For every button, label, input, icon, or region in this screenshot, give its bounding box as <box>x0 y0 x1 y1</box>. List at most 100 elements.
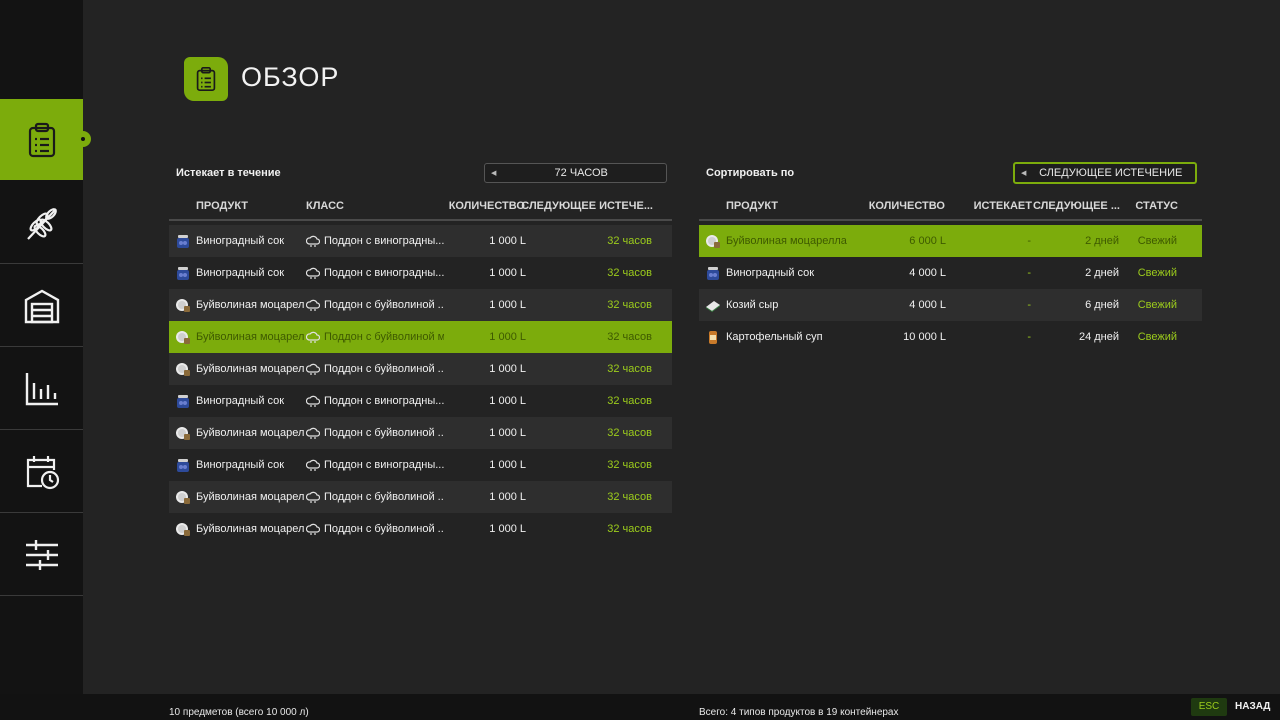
right-summary: Всего: 4 типов продуктов в 19 контейнера… <box>699 707 899 718</box>
sidebar-item-statistics[interactable] <box>0 348 83 430</box>
left-summary: 10 предметов (всего 10 000 л) <box>169 707 309 718</box>
column-header-status[interactable]: СТАТУС <box>1135 200 1178 212</box>
table-row[interactable]: Буйволиная моцарелла Поддон с буйволиной … <box>169 321 672 353</box>
next-expiry: 2 дней <box>1085 267 1119 279</box>
esc-key-hint[interactable]: ESC <box>1191 698 1227 716</box>
products-table: ПРОДУКТ КОЛИЧЕСТВО ИСТЕКАЕТ СЛЕДУЮЩЕЕ ..… <box>699 195 1202 353</box>
product-class: Поддон с виноградны... <box>324 235 444 247</box>
clipboard-icon <box>28 122 55 157</box>
calendar-clock-icon <box>26 455 59 489</box>
warehouse-icon <box>24 289 59 323</box>
column-header-product[interactable]: ПРОДУКТ <box>726 200 778 212</box>
next-expiry: 32 часов <box>607 363 652 375</box>
product-class: Поддон с буйволиной мо <box>324 331 444 343</box>
product-class: Поддон с виноградны... <box>324 267 444 279</box>
product-class: Поддон с буйволиной ... <box>324 299 444 311</box>
product-name: Козий сыр <box>726 299 779 311</box>
mozzarella-icon <box>175 329 191 345</box>
quantity: 1 000 L <box>489 459 526 471</box>
column-header-expires[interactable]: ИСТЕКАЕТ <box>974 200 1032 212</box>
grape-juice-icon <box>175 265 191 281</box>
table-row[interactable]: Козий сыр 4 000 L - 6 дней Свежий <box>699 289 1202 321</box>
next-expiry: 32 часов <box>607 427 652 439</box>
table-row[interactable]: Буйволиная моцарелла 6 000 L - 2 дней Свежий <box>699 225 1202 257</box>
quantity: 4 000 L <box>909 267 946 279</box>
product-name: Буйволиная моцарел... <box>196 523 304 535</box>
product-class: Поддон с буйволиной ... <box>324 427 444 439</box>
sidebar <box>0 0 91 694</box>
next-expiry: 32 часов <box>607 491 652 503</box>
sidebar-item-calendar[interactable] <box>0 431 83 513</box>
mozzarella-icon <box>175 297 191 313</box>
next-expiry: 32 часов <box>607 235 652 247</box>
potato-soup-icon <box>705 329 721 345</box>
table-row[interactable]: Виноградный сок Поддон с виноградны... 1 0… <box>169 225 672 257</box>
back-button[interactable]: НАЗАД <box>1235 701 1270 712</box>
sidebar-item-crops[interactable] <box>0 182 83 264</box>
status: Свежий <box>1137 331 1177 343</box>
table-row[interactable]: Буйволиная моцарел... Поддон с буйволиной… <box>169 289 672 321</box>
mozzarella-icon <box>175 425 191 441</box>
sidebar-item-overview[interactable] <box>0 99 91 180</box>
next-expiry: 32 часов <box>607 395 652 407</box>
quantity: 1 000 L <box>489 331 526 343</box>
sidebar-item-storage[interactable] <box>0 265 83 347</box>
product-class: Поддон с буйволиной ... <box>324 363 444 375</box>
cloud-pallet-icon <box>305 491 321 503</box>
table-row[interactable]: Буйволиная моцарел... Поддон с буйволиной… <box>169 481 672 513</box>
expires-within-selector[interactable]: ◀ 72 ЧАСОВ <box>484 163 667 183</box>
table-header: ПРОДУКТ КОЛИЧЕСТВО ИСТЕКАЕТ СЛЕДУЮЩЕЕ ..… <box>699 195 1202 221</box>
product-name: Виноградный сок <box>196 395 285 407</box>
quantity: 1 000 L <box>489 491 526 503</box>
product-class: Поддон с буйволиной ... <box>324 491 444 503</box>
sort-by-selector[interactable]: ◀ СЛЕДУЮЩЕЕ ИСТЕЧЕНИЕ <box>1013 162 1197 184</box>
product-name: Виноградный сок <box>196 459 285 471</box>
product-class: Поддон с виноградны... <box>324 459 444 471</box>
column-header-quantity[interactable]: КОЛИЧЕСТВО <box>869 200 945 212</box>
table-row[interactable]: Виноградный сок Поддон с виноградны... 1 0… <box>169 257 672 289</box>
column-header-product[interactable]: ПРОДУКТ <box>196 200 248 212</box>
cloud-pallet-icon <box>305 299 321 311</box>
grape-juice-icon <box>705 265 721 281</box>
next-expiry: 32 часов <box>607 267 652 279</box>
next-expiry: 6 дней <box>1085 299 1119 311</box>
sort-by-label: Сортировать по <box>706 167 795 179</box>
quantity: 1 000 L <box>489 427 526 439</box>
column-header-class[interactable]: КЛАСС <box>306 200 344 212</box>
sidebar-item-settings[interactable] <box>0 514 83 596</box>
next-expiry: 24 дней <box>1078 331 1119 343</box>
cloud-pallet-icon <box>305 267 321 279</box>
sliders-icon <box>25 539 58 570</box>
bar-chart-icon <box>25 372 58 405</box>
table-body: Виноградный сок Поддон с виноградны... 1 0… <box>169 225 672 545</box>
grape-juice-icon <box>175 457 191 473</box>
quantity: 10 000 L <box>903 331 946 343</box>
quantity: 1 000 L <box>489 299 526 311</box>
table-row[interactable]: Буйволиная моцарел... Поддон с буйволиной… <box>169 353 672 385</box>
product-class: Поддон с виноградны... <box>324 395 444 407</box>
table-row[interactable]: Виноградный сок 4 000 L - 2 дней Свежий <box>699 257 1202 289</box>
product-name: Буйволиная моцарел... <box>196 363 304 375</box>
quantity: 1 000 L <box>489 523 526 535</box>
cloud-pallet-icon <box>305 427 321 439</box>
cloud-pallet-icon <box>305 395 321 407</box>
table-row[interactable]: Картофельный суп 10 000 L - 24 дней Свежий <box>699 321 1202 353</box>
column-header-quantity[interactable]: КОЛИЧЕСТВО <box>449 200 525 212</box>
table-header: ПРОДУКТ КЛАСС КОЛИЧЕСТВО СЛЕДУЮЩЕЕ ИСТЕЧ… <box>169 195 672 221</box>
table-row[interactable]: Буйволиная моцарел... Поддон с буйволиной… <box>169 513 672 545</box>
sort-by-value: СЛЕДУЮЩЕЕ ИСТЕЧЕНИЕ <box>1039 167 1183 179</box>
column-header-next-expiry[interactable]: СЛЕДУЮЩЕЕ ИСТЕЧЕ... <box>521 200 653 212</box>
next-expiry: 32 часов <box>607 523 652 535</box>
table-row[interactable]: Виноградный сок Поддон с виноградны... 1 0… <box>169 385 672 417</box>
quantity: 4 000 L <box>909 299 946 311</box>
table-row[interactable]: Буйволиная моцарел... Поддон с буйволиной… <box>169 417 672 449</box>
quantity: 1 000 L <box>489 363 526 375</box>
next-expiry: 2 дней <box>1085 235 1119 247</box>
status: Свежий <box>1137 299 1177 311</box>
column-header-next-expiry[interactable]: СЛЕДУЮЩЕЕ ... <box>1033 200 1120 212</box>
expires-within-label: Истекает в течение <box>176 167 281 179</box>
mozzarella-icon <box>175 521 191 537</box>
table-row[interactable]: Виноградный сок Поддон с виноградны... 1 0… <box>169 449 672 481</box>
mozzarella-icon <box>175 361 191 377</box>
grape-juice-icon <box>175 233 191 249</box>
